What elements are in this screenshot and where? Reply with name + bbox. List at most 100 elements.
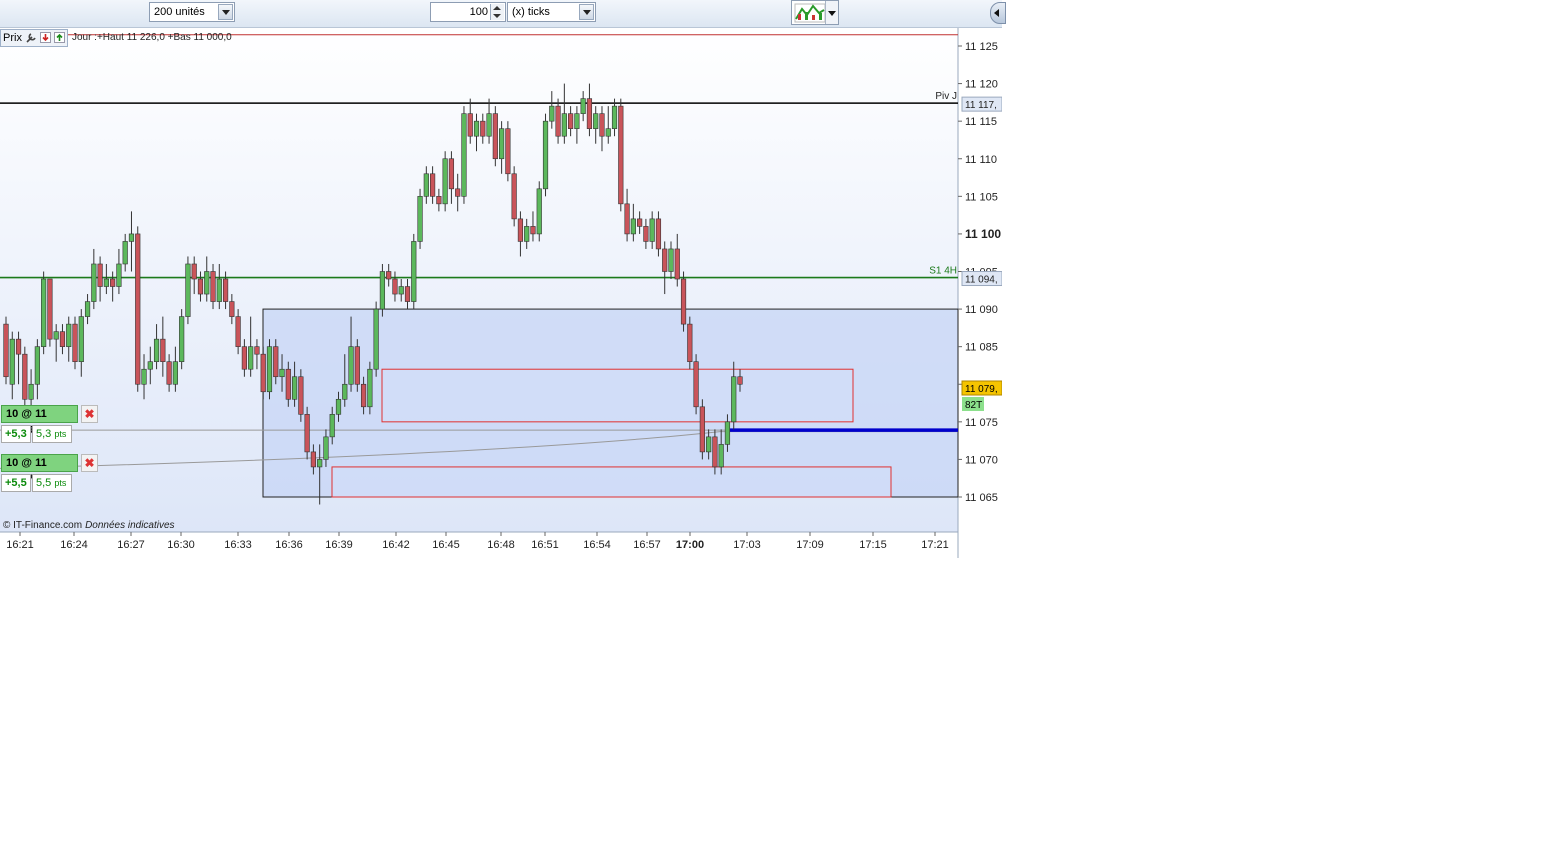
chart-type-button[interactable] [791, 0, 839, 25]
x-tick-label: 16:21 [6, 539, 34, 551]
candle-body [480, 120, 486, 137]
candle [72, 316, 78, 370]
candle-body [542, 120, 549, 190]
candle-body [254, 346, 260, 355]
scroll-left-button[interactable] [990, 2, 1006, 24]
candle-body [442, 158, 448, 205]
day-high-low-info: Jour :+Haut 11 226,0 +Bas 11 000,0 [71, 32, 232, 43]
price-panel-tab[interactable]: Prix [0, 28, 68, 47]
candle-body [15, 338, 22, 355]
units-select[interactable]: 200 unités [149, 2, 235, 22]
candle-body [72, 323, 78, 363]
prix-label: Prix [3, 31, 22, 44]
x-tick-label: 16:42 [382, 539, 410, 551]
candle-body [185, 263, 191, 317]
sell-order-icon[interactable] [39, 32, 51, 43]
candle [492, 106, 498, 167]
candle [135, 226, 141, 392]
candle-body [423, 173, 429, 197]
chart-header: Prix Jour :+Haut 11 226,0 +Bas 11 000,0 [0, 28, 232, 47]
candle [417, 188, 423, 249]
candle-body [285, 368, 291, 400]
candle-body [317, 459, 323, 468]
candle-body [273, 346, 279, 378]
interval-value: 100 [469, 6, 488, 18]
price-chart[interactable]: 11 125 11 120 11 115 11 110 11 105 11 100 11 0… [0, 28, 1002, 558]
candle-body [323, 436, 329, 460]
candle-body [662, 248, 668, 272]
close-icon[interactable]: ✖ [81, 405, 98, 423]
wrench-icon[interactable] [25, 32, 37, 44]
order-points: 5,3 pts [32, 425, 72, 443]
candle-body [718, 444, 724, 468]
candle-body [386, 271, 392, 280]
interval-stepper[interactable]: 100 [430, 2, 506, 22]
candle [461, 106, 467, 204]
candle-body [84, 301, 91, 317]
order-qty-label[interactable]: 10 @ 11 073,9 [1, 405, 78, 436]
candle-body [611, 105, 618, 129]
red-box-rect [381, 368, 854, 423]
candle-body [47, 278, 53, 340]
candle-body [147, 361, 153, 370]
candle-body [172, 361, 178, 385]
candle-body [429, 173, 436, 197]
candle-body [643, 226, 649, 242]
candle-body [593, 113, 599, 129]
candle-body [34, 346, 40, 385]
chevron-down-icon[interactable] [579, 4, 594, 20]
candle-body [135, 233, 141, 385]
y-tick-label: 11 090 [965, 304, 998, 316]
candle-body [110, 278, 116, 287]
candle [699, 399, 705, 460]
order-points-value: 5,5 [36, 477, 52, 489]
candle [618, 98, 624, 212]
candle-body [235, 316, 241, 347]
candle-body [78, 316, 84, 363]
ticks-left-label: 82T [965, 400, 982, 411]
interval-unit-select[interactable]: (x) ticks [507, 2, 596, 22]
candle [266, 339, 273, 400]
candle-body [586, 98, 593, 129]
candle-body [655, 218, 662, 250]
candle-body [342, 383, 348, 400]
candle [542, 113, 549, 197]
candle [693, 354, 699, 415]
close-icon[interactable]: ✖ [81, 454, 98, 472]
buy-order-icon[interactable] [53, 32, 65, 43]
candle-body [724, 421, 731, 445]
candle [511, 166, 517, 227]
chevron-down-icon[interactable] [218, 4, 233, 20]
candle-body [392, 278, 398, 295]
candle-body [304, 414, 310, 453]
x-tick-label: 16:33 [224, 539, 252, 551]
candle-body [222, 278, 229, 302]
candle [41, 271, 47, 355]
candle [22, 346, 28, 407]
chevron-down-icon[interactable] [825, 1, 838, 24]
candle-body [555, 105, 561, 137]
candle-body [298, 376, 304, 415]
s1-label: S1 4H [929, 266, 957, 277]
y-tick-label: 11 100 [965, 227, 1001, 241]
candle-body [448, 158, 455, 190]
spinner-icon[interactable] [490, 4, 504, 20]
candle-body [204, 271, 210, 295]
piv-value: 11 117, [965, 100, 997, 111]
order-points-unit: pts [54, 429, 67, 439]
candle [536, 181, 542, 242]
candle-body [687, 323, 693, 363]
candle-body [649, 218, 655, 242]
candle-body [637, 218, 643, 227]
candle-body [737, 376, 743, 385]
candle-body [680, 278, 687, 325]
candle-body [153, 338, 160, 362]
red-box-rect [331, 466, 892, 498]
units-select-value: 200 unités [154, 6, 205, 18]
candle-body [599, 113, 605, 137]
piv-label: Piv J [935, 91, 957, 102]
order-qty-label[interactable]: 10 @ 11 073,7 [1, 454, 78, 485]
candle-body [467, 113, 473, 137]
candle-body [511, 173, 517, 220]
candle-body [624, 203, 630, 235]
